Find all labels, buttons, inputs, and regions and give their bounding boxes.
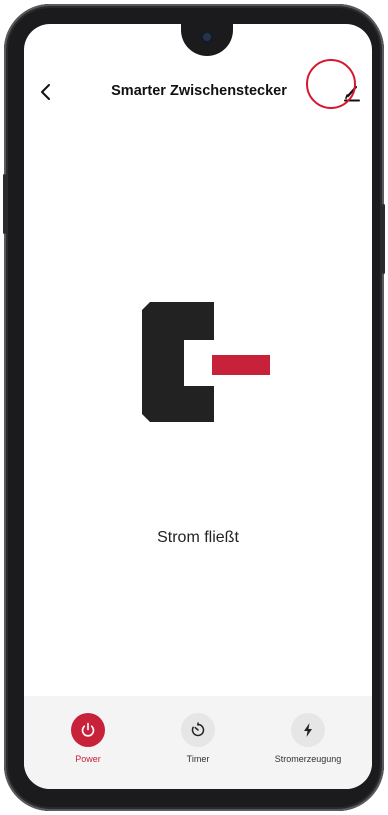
brand-logo bbox=[142, 302, 282, 422]
app-screen: Smarter Zwischenstecker Strom fließt Pow… bbox=[24, 24, 372, 789]
power-side-button bbox=[382, 204, 385, 274]
tab-timer[interactable]: Timer bbox=[148, 713, 248, 764]
volume-button bbox=[3, 174, 6, 234]
notch bbox=[181, 24, 233, 56]
stromerzeugung-button[interactable] bbox=[291, 713, 325, 747]
timer-icon bbox=[191, 722, 205, 737]
bottom-tab-bar: Power Timer Stromerzeugung bbox=[24, 696, 372, 789]
tab-power[interactable]: Power bbox=[38, 713, 138, 764]
page-title: Smarter Zwischenstecker bbox=[111, 83, 287, 99]
tab-stromerzeugung-label: Stromerzeugung bbox=[274, 754, 342, 764]
tab-timer-label: Timer bbox=[186, 754, 210, 764]
lightning-icon bbox=[304, 723, 312, 737]
back-button[interactable] bbox=[30, 76, 62, 108]
phone-frame: Smarter Zwischenstecker Strom fließt Pow… bbox=[3, 4, 385, 811]
chevron-left-icon bbox=[41, 84, 50, 100]
power-button[interactable] bbox=[71, 713, 105, 747]
front-camera bbox=[200, 30, 214, 44]
timer-button[interactable] bbox=[181, 713, 215, 747]
pencil-icon bbox=[344, 85, 360, 102]
power-status-text: Strom fließt bbox=[157, 529, 239, 546]
power-icon bbox=[81, 722, 95, 737]
app-header: Smarter Zwischenstecker bbox=[24, 76, 372, 112]
edit-button[interactable] bbox=[336, 76, 368, 108]
tab-power-label: Power bbox=[75, 754, 101, 764]
tab-stromerzeugung[interactable]: Stromerzeugung bbox=[258, 713, 358, 764]
